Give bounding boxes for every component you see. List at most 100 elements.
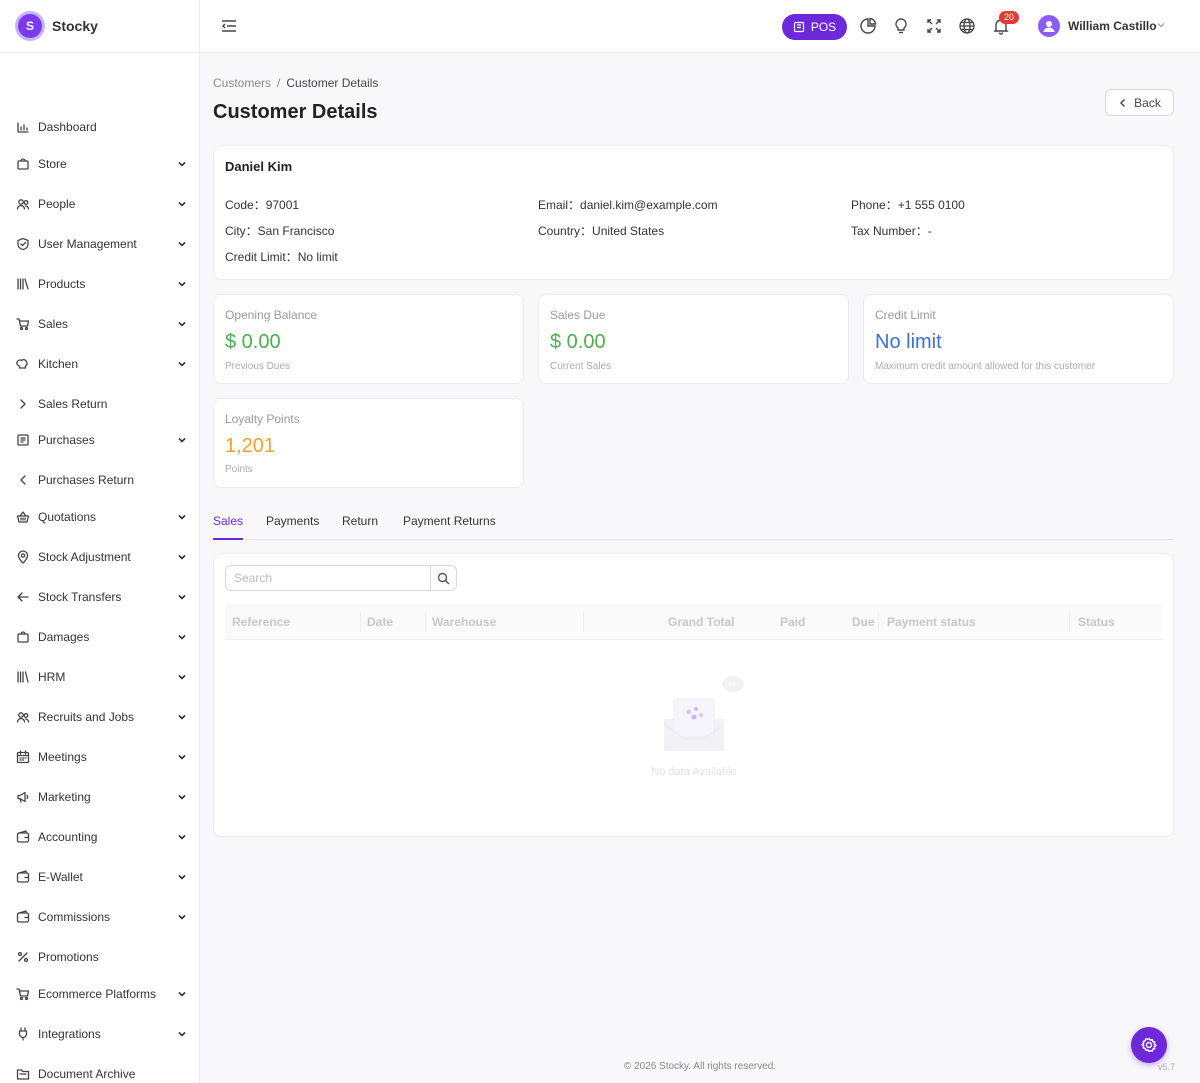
sidebar-item-ecommerce-platforms[interactable]: Ecommerce Platforms <box>0 980 199 1008</box>
search-input[interactable] <box>226 566 430 590</box>
tab-return[interactable]: Return <box>342 514 378 538</box>
sidebar-item-label: Purchases <box>38 433 95 447</box>
field-value: - <box>927 224 932 238</box>
lightbulb-icon[interactable] <box>892 17 910 35</box>
column-header[interactable]: Warehouse <box>432 615 496 629</box>
sidebar-item-sales-return[interactable]: Sales Return <box>0 390 199 418</box>
sidebar-item-hrm[interactable]: HRM <box>0 663 199 691</box>
sidebar-item-document-archive[interactable]: Document Archive <box>0 1060 199 1083</box>
avatar[interactable] <box>1038 15 1060 37</box>
chevron-down-icon <box>177 358 187 372</box>
column-divider <box>1069 612 1070 632</box>
column-header[interactable]: Reference <box>232 615 290 629</box>
column-header[interactable]: Due <box>852 615 875 629</box>
column-header[interactable]: Payment status <box>887 615 976 629</box>
column-header[interactable]: Paid <box>780 615 805 629</box>
wallet-icon <box>16 870 30 884</box>
sidebar-item-label: Accounting <box>38 830 98 844</box>
pos-button[interactable]: POS <box>782 14 847 40</box>
sidebar-item-integrations[interactable]: Integrations <box>0 1020 199 1048</box>
sidebar-item-stock-adjustment[interactable]: Stock Adjustment <box>0 543 199 571</box>
stat-value: $ 0.00 <box>225 331 281 353</box>
sidebar-item-promotions[interactable]: Promotions <box>0 943 199 971</box>
sidebar-item-label: Document Archive <box>38 1067 136 1081</box>
sidebar-item-purchases-return[interactable]: Purchases Return <box>0 466 199 494</box>
search-button[interactable] <box>430 566 456 590</box>
tab-payment-returns[interactable]: Payment Returns <box>403 514 496 538</box>
breadcrumb: Customers / Customer Details <box>213 76 378 90</box>
sidebar-item-quotations[interactable]: Quotations <box>0 503 199 531</box>
calendar-icon <box>16 750 30 764</box>
field-value: +1 555 0100 <box>897 198 965 212</box>
user-name[interactable]: William Castillo <box>1068 19 1157 33</box>
credit-limit-card: Credit Limit No limit Maximum credit amo… <box>863 294 1174 384</box>
sidebar-item-label: Purchases Return <box>38 473 135 487</box>
column-header[interactable]: Grand Total <box>668 615 734 629</box>
search-box <box>225 565 457 591</box>
sidebar-item-purchases[interactable]: Purchases <box>0 426 199 454</box>
sidebar-item-e-wallet[interactable]: E-Wallet <box>0 863 199 891</box>
breadcrumb-parent[interactable]: Customers <box>213 76 271 90</box>
column-divider <box>425 612 426 632</box>
chevron-left-icon <box>16 473 30 487</box>
column-divider <box>878 612 879 632</box>
sidebar-item-commissions[interactable]: Commissions <box>0 903 199 931</box>
back-label: Back <box>1134 95 1161 110</box>
sidebar-item-stock-transfers[interactable]: Stock Transfers <box>0 583 199 611</box>
sidebar-item-dashboard[interactable]: Dashboard <box>0 113 199 141</box>
sidebar-item-label: Sales <box>38 317 69 331</box>
sidebar-item-sales[interactable]: Sales <box>0 310 199 338</box>
cart-icon <box>16 987 30 1001</box>
globe-icon[interactable] <box>958 17 976 35</box>
bar-chart-icon <box>16 120 30 134</box>
gear-icon <box>1141 1037 1157 1053</box>
library-icon <box>16 670 30 684</box>
table-header: Reference Date Warehouse Grand Total Pai… <box>225 604 1162 640</box>
sidebar-item-kitchen[interactable]: Kitchen <box>0 350 199 378</box>
menu-toggle-icon[interactable] <box>220 17 238 35</box>
sidebar-item-meetings[interactable]: Meetings <box>0 743 199 771</box>
empty-inbox-icon <box>663 676 744 751</box>
sidebar-item-people[interactable]: People <box>0 190 199 218</box>
breadcrumb-current: Customer Details <box>286 76 379 90</box>
settings-button[interactable] <box>1131 1027 1167 1063</box>
bag-icon <box>16 630 30 644</box>
sidebar-item-label: Integrations <box>38 1027 101 1041</box>
sidebar-item-label: Kitchen <box>38 357 79 371</box>
field-label: Email： <box>538 198 581 212</box>
tab-sales[interactable]: Sales <box>213 514 244 540</box>
sidebar-item-marketing[interactable]: Marketing <box>0 783 199 811</box>
notification-badge: 20 <box>999 11 1020 24</box>
column-header[interactable]: Status <box>1078 615 1115 629</box>
chevron-down-icon[interactable] <box>1156 20 1166 30</box>
stat-value: 1,201 <box>225 435 276 457</box>
user-icon <box>1043 21 1055 32</box>
store-bag-icon <box>16 157 30 171</box>
shield-icon <box>16 237 30 251</box>
sidebar-item-products[interactable]: Products <box>0 270 199 298</box>
back-button[interactable]: Back <box>1105 89 1174 116</box>
arrow-left-icon <box>16 590 30 604</box>
chevron-down-icon <box>177 711 187 725</box>
sidebar-item-label: People <box>38 197 76 211</box>
sidebar-item-damages[interactable]: Damages <box>0 623 199 651</box>
column-header[interactable]: Date <box>367 615 393 629</box>
stat-label: Sales Due <box>550 308 606 322</box>
cart-icon <box>16 317 30 331</box>
pie-chart-icon[interactable] <box>859 17 877 35</box>
plug-icon <box>16 1027 30 1041</box>
sidebar-item-user-management[interactable]: User Management <box>0 230 199 258</box>
brand[interactable]: S Stocky <box>0 0 199 53</box>
stat-label: Loyalty Points <box>225 412 300 426</box>
fullscreen-icon[interactable] <box>925 17 943 35</box>
percent-icon <box>16 950 30 964</box>
field-label: Credit Limit： <box>225 250 298 264</box>
tab-payments[interactable]: Payments <box>266 514 319 538</box>
chevron-down-icon <box>177 791 187 805</box>
sidebar-item-accounting[interactable]: Accounting <box>0 823 199 851</box>
sidebar-item-label: Promotions <box>38 950 99 964</box>
sidebar-item-recruits-and-jobs[interactable]: Recruits and Jobs <box>0 703 199 731</box>
field-value: San Francisco <box>257 224 335 238</box>
sidebar-item-store[interactable]: Store <box>0 150 199 178</box>
sidebar-item-label: Sales Return <box>38 397 108 411</box>
